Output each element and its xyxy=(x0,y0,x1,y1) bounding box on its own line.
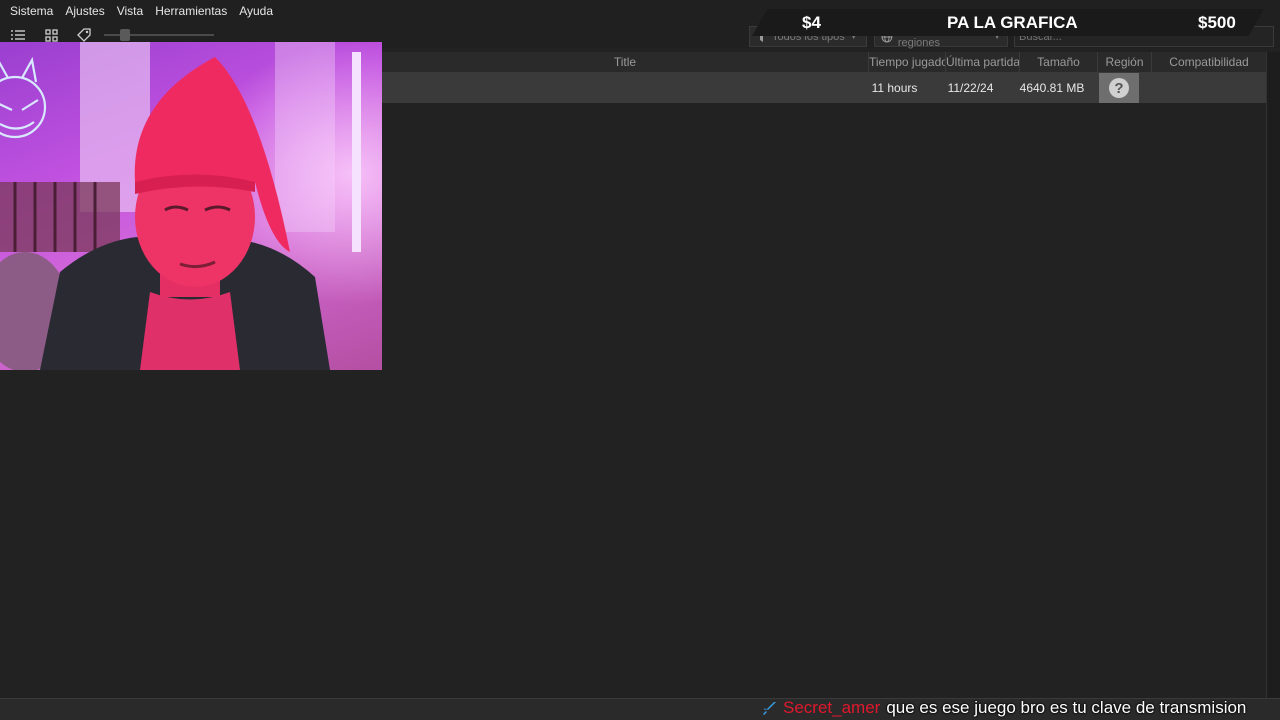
vertical-scrollbar[interactable] xyxy=(1266,52,1280,698)
chat-message-text: que es ese juego bro es tu clave de tran… xyxy=(886,698,1247,717)
menu-herramientas[interactable]: Herramientas xyxy=(149,0,233,22)
region-unknown-badge: ? xyxy=(1099,73,1139,103)
cell-title xyxy=(382,73,869,103)
question-icon: ? xyxy=(1109,78,1129,98)
cell-last-played: 11/22/24 xyxy=(947,81,994,95)
cell-size: 4640.81 MB xyxy=(1019,81,1085,95)
col-region[interactable]: Región xyxy=(1098,52,1152,73)
donation-current: $4 xyxy=(802,12,821,32)
col-compat[interactable]: Compatibilidad xyxy=(1152,52,1266,73)
cell-time-played: 11 hours xyxy=(871,81,918,95)
menu-ajustes[interactable]: Ajustes xyxy=(59,0,110,22)
donation-target: $500 xyxy=(1198,12,1236,32)
webcam-overlay xyxy=(0,42,382,370)
menu-ayuda[interactable]: Ayuda xyxy=(233,0,279,22)
donation-goal-text: PA LA GRAFICA xyxy=(947,12,1078,32)
menu-vista[interactable]: Vista xyxy=(111,0,149,22)
menu-sistema[interactable]: Sistema xyxy=(4,0,59,22)
donation-goal-banner: $4 PA LA GRAFICA $500 xyxy=(752,9,1264,36)
col-time-played[interactable]: Tiempo jugado xyxy=(869,52,946,73)
col-size[interactable]: Tamaño xyxy=(1020,52,1098,73)
col-last-played[interactable]: Última partida xyxy=(946,52,1020,73)
chat-message-overlay: Secret_amer que es ese juego bro es tu c… xyxy=(762,697,1246,719)
zoom-slider-handle[interactable] xyxy=(120,29,130,41)
chat-username: Secret_amer xyxy=(783,698,881,717)
sword-icon xyxy=(763,701,776,715)
webcam-scene xyxy=(0,42,382,370)
col-title[interactable]: Title xyxy=(382,52,869,73)
